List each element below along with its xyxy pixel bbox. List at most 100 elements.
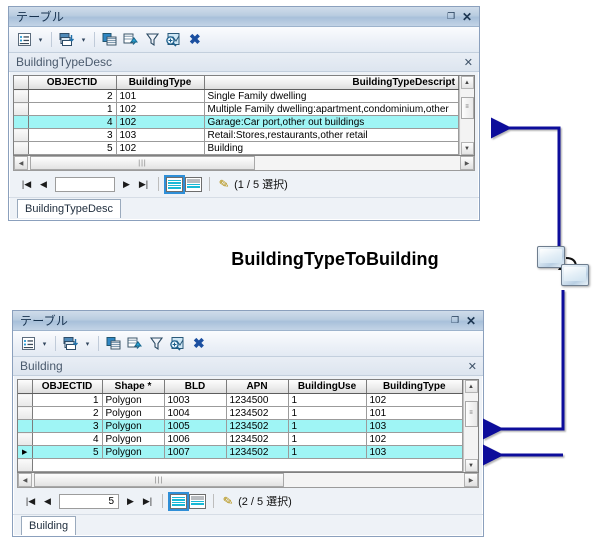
cell-apn[interactable]: 1234502 bbox=[226, 406, 289, 420]
scroll-track[interactable]: ≡ bbox=[460, 89, 474, 142]
last-record-button[interactable]: ▶| bbox=[140, 493, 155, 509]
cell-description[interactable]: Garage:Car port,other out buildings bbox=[204, 115, 459, 129]
column-header-buildinguse[interactable]: BuildingUse bbox=[288, 380, 367, 394]
row-selector[interactable] bbox=[18, 406, 33, 420]
scroll-down-icon[interactable]: ▼ bbox=[464, 459, 478, 472]
scroll-right-icon[interactable]: ▶ bbox=[464, 473, 478, 487]
show-selected-records-button[interactable] bbox=[185, 176, 202, 192]
column-header-buildingtype[interactable]: BuildingType bbox=[366, 380, 463, 394]
column-header-buildingtypedescript[interactable]: BuildingTypeDescript bbox=[204, 76, 459, 90]
column-header-apn[interactable]: APN bbox=[226, 380, 289, 394]
grid-horizontal-scrollbar-top[interactable]: ◀ ||| ▶ bbox=[13, 156, 475, 171]
cell-apn[interactable]: 1234502 bbox=[226, 432, 289, 446]
table-toolbar-top[interactable]: ▾ ▾ ✖ bbox=[9, 27, 479, 53]
row-selector[interactable] bbox=[14, 115, 29, 129]
select-by-attributes-icon[interactable] bbox=[126, 335, 144, 353]
table-options-caret-icon[interactable]: ▾ bbox=[36, 31, 45, 49]
row-selector-current[interactable]: ▶ bbox=[18, 445, 33, 459]
cell-objectid[interactable]: 3 bbox=[28, 128, 117, 142]
cell-apn[interactable]: 1234502 bbox=[226, 419, 289, 433]
move-field-icon[interactable] bbox=[101, 31, 119, 49]
scroll-down-icon[interactable]: ▼ bbox=[460, 142, 474, 155]
column-header-bld[interactable]: BLD bbox=[164, 380, 227, 394]
record-navigator-bottom[interactable]: |◀ ◀ 5 ▶ ▶| ✎ (2 / 5 選択) bbox=[13, 488, 483, 514]
row-selector[interactable] bbox=[18, 432, 33, 446]
scroll-up-icon[interactable]: ▲ bbox=[460, 76, 474, 89]
cell-buildingtype[interactable]: 101 bbox=[366, 406, 463, 420]
row-selector[interactable] bbox=[18, 419, 33, 433]
cell-buildinguse[interactable]: 1 bbox=[288, 406, 367, 420]
cell-shape[interactable]: Polygon bbox=[102, 445, 165, 459]
maximize-icon[interactable]: ❐ bbox=[443, 9, 459, 25]
grid-buildingtypedesc[interactable]: OBJECTID BuildingType BuildingTypeDescri… bbox=[13, 75, 475, 156]
cell-objectid[interactable]: 3 bbox=[32, 419, 103, 433]
table-row-selected[interactable]: 3 Polygon 1005 1234502 1 103 bbox=[18, 419, 463, 433]
hscroll-thumb[interactable]: ||| bbox=[30, 156, 255, 170]
table-row[interactable]: 2 Polygon 1004 1234502 1 101 bbox=[18, 406, 463, 420]
zoom-to-selected-icon[interactable] bbox=[168, 335, 186, 353]
row-selector[interactable] bbox=[18, 458, 33, 472]
table-tabstrip-bottom[interactable]: Building bbox=[13, 514, 483, 535]
cell-bld[interactable]: 1004 bbox=[164, 406, 227, 420]
cell-buildingtype[interactable]: 102 bbox=[366, 432, 463, 446]
table-options-icon[interactable] bbox=[19, 335, 37, 353]
delete-selected-icon[interactable]: ✖ bbox=[189, 336, 208, 352]
cell-bld[interactable]: 1003 bbox=[164, 393, 227, 407]
cell-buildingtype[interactable]: 103 bbox=[366, 419, 463, 433]
cell-objectid[interactable]: 4 bbox=[28, 115, 117, 129]
cell-objectid[interactable]: 5 bbox=[28, 141, 117, 155]
delete-selected-icon[interactable]: ✖ bbox=[185, 32, 204, 48]
clear-selection-icon[interactable] bbox=[147, 335, 165, 353]
table-row[interactable]: 1 102 Multiple Family dwelling:apartment… bbox=[14, 102, 459, 116]
related-tables-icon[interactable] bbox=[58, 31, 76, 49]
last-record-button[interactable]: ▶| bbox=[136, 176, 151, 192]
table-row-selected[interactable]: 4 102 Garage:Car port,other out building… bbox=[14, 115, 459, 129]
scroll-right-icon[interactable]: ▶ bbox=[460, 156, 474, 170]
cell-buildingtype[interactable]: 102 bbox=[116, 115, 205, 129]
scroll-left-icon[interactable]: ◀ bbox=[18, 473, 32, 487]
clear-selection-icon[interactable] bbox=[143, 31, 161, 49]
next-record-button[interactable]: ▶ bbox=[119, 176, 134, 192]
cell-shape[interactable]: Polygon bbox=[102, 393, 165, 407]
cell-description[interactable]: Retail:Stores,restaurants,other retail bbox=[204, 128, 459, 142]
scroll-left-icon[interactable]: ◀ bbox=[14, 156, 28, 170]
table-window-building[interactable]: テーブル ❐ ✕ ▾ ▾ ✖ Building ✕ OBJECTID Shape… bbox=[12, 310, 484, 537]
scroll-track[interactable]: ≡ bbox=[464, 393, 478, 459]
table-row[interactable]: 4 Polygon 1006 1234502 1 102 bbox=[18, 432, 463, 446]
grid-vertical-scrollbar[interactable]: ▲ ≡ ▼ bbox=[463, 380, 478, 472]
select-by-attributes-icon[interactable] bbox=[122, 31, 140, 49]
previous-record-button[interactable]: ◀ bbox=[36, 176, 51, 192]
hscroll-track[interactable]: ||| bbox=[28, 156, 460, 170]
tab-buildingtypedesc[interactable]: BuildingTypeDesc bbox=[17, 199, 122, 218]
scroll-thumb[interactable]: ≡ bbox=[460, 97, 474, 119]
cell-buildingtype[interactable]: 102 bbox=[116, 102, 205, 116]
show-selected-records-button[interactable] bbox=[189, 493, 206, 509]
move-field-icon[interactable] bbox=[105, 335, 123, 353]
cell-buildingtype[interactable]: 103 bbox=[366, 445, 463, 459]
first-record-button[interactable]: |◀ bbox=[23, 493, 38, 509]
record-number-input[interactable] bbox=[55, 176, 115, 192]
first-record-button[interactable]: |◀ bbox=[19, 176, 34, 192]
scroll-up-icon[interactable]: ▲ bbox=[464, 380, 478, 393]
maximize-icon[interactable]: ❐ bbox=[447, 313, 463, 329]
table-options-caret-icon[interactable]: ▾ bbox=[40, 335, 49, 353]
cell-buildinguse[interactable]: 1 bbox=[288, 445, 367, 459]
row-selector[interactable] bbox=[18, 393, 33, 407]
titlebar-bottom[interactable]: テーブル ❐ ✕ bbox=[13, 311, 483, 331]
cell-shape[interactable]: Polygon bbox=[102, 406, 165, 420]
cell-buildingtype[interactable]: 102 bbox=[116, 141, 205, 155]
cell-buildinguse[interactable]: 1 bbox=[288, 419, 367, 433]
column-header-objectid[interactable]: OBJECTID bbox=[28, 76, 117, 90]
close-icon[interactable]: ✕ bbox=[459, 9, 475, 25]
table-row[interactable]: 3 103 Retail:Stores,restaurants,other re… bbox=[14, 128, 459, 142]
cell-objectid[interactable]: 2 bbox=[32, 406, 103, 420]
row-selector[interactable] bbox=[14, 89, 29, 103]
grid-building[interactable]: OBJECTID Shape * BLD APN BuildingUse Bui… bbox=[17, 379, 479, 473]
cell-buildingtype[interactable]: 102 bbox=[366, 393, 463, 407]
scroll-thumb[interactable]: ≡ bbox=[464, 401, 478, 427]
table-row[interactable]: 1 Polygon 1003 1234500 1 102 bbox=[18, 393, 463, 407]
row-selector[interactable] bbox=[14, 128, 29, 142]
cell-buildinguse[interactable]: 1 bbox=[288, 393, 367, 407]
table-options-icon[interactable] bbox=[15, 31, 33, 49]
cell-bld[interactable]: 1007 bbox=[164, 445, 227, 459]
